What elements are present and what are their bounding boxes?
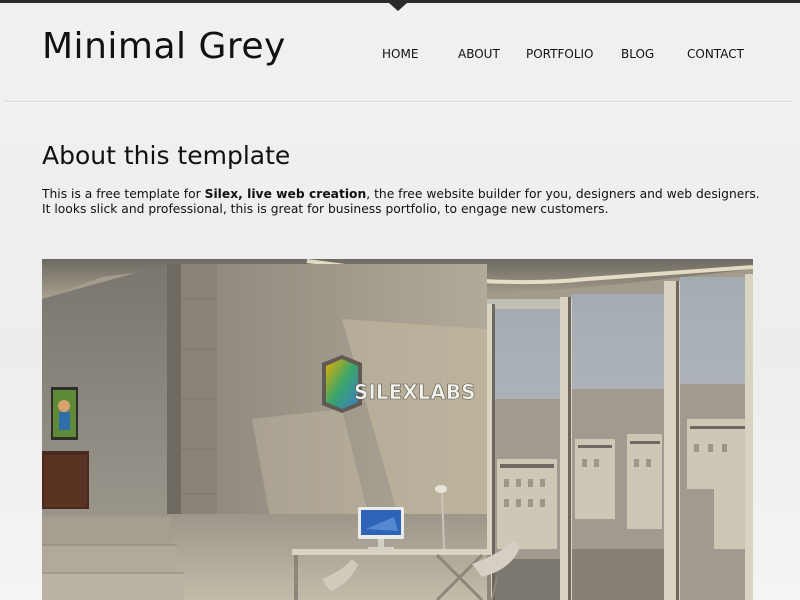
section-heading: About this template (42, 141, 291, 170)
nav-blog-link[interactable]: BLOG (621, 47, 654, 61)
nav-about-link[interactable]: ABOUT (458, 47, 500, 61)
nav-contact-link[interactable]: CONTACT (687, 47, 744, 61)
active-nav-indicator (389, 3, 407, 11)
silexlabs-logo-text: SILEXLABS (354, 380, 476, 404)
nav-portfolio-link[interactable]: PORTFOLIO (526, 47, 594, 61)
intro-line-2: It looks slick and professional, this is… (42, 202, 609, 216)
nav-home-link[interactable]: HOME (382, 47, 418, 61)
intro-suffix: , the free website builder for you, desi… (366, 187, 760, 201)
hero-image: SILEXLABS (42, 259, 753, 600)
intro-bold[interactable]: Silex, live web creation (205, 187, 367, 201)
header-divider (4, 101, 793, 103)
main-nav: HOME ABOUT PORTFOLIO BLOG CONTACT (0, 47, 800, 65)
intro-prefix: This is a free template for (42, 187, 205, 201)
intro-paragraph: This is a free template for Silex, live … (42, 187, 782, 217)
